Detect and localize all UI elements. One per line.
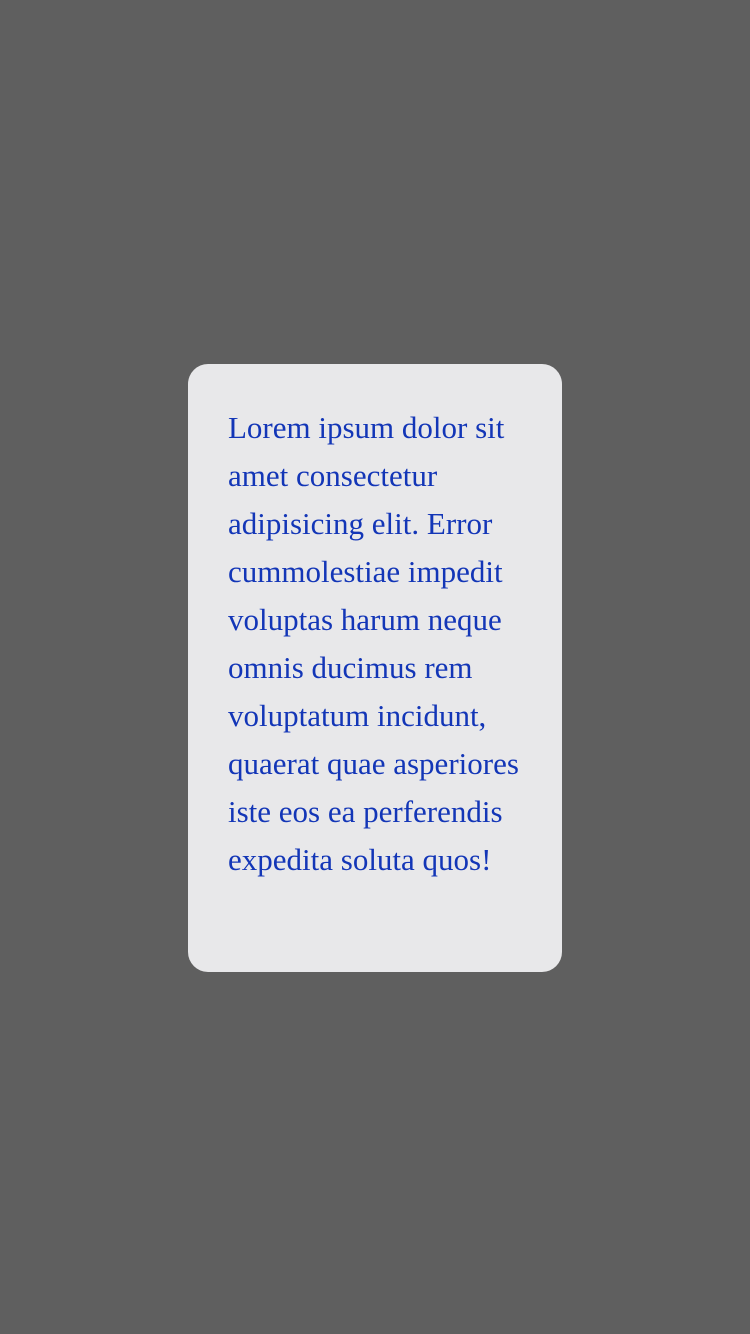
modal-message: Lorem ipsum dolor sit amet consectetur a… bbox=[228, 410, 519, 877]
modal-dialog: Lorem ipsum dolor sit amet consectetur a… bbox=[188, 364, 562, 972]
